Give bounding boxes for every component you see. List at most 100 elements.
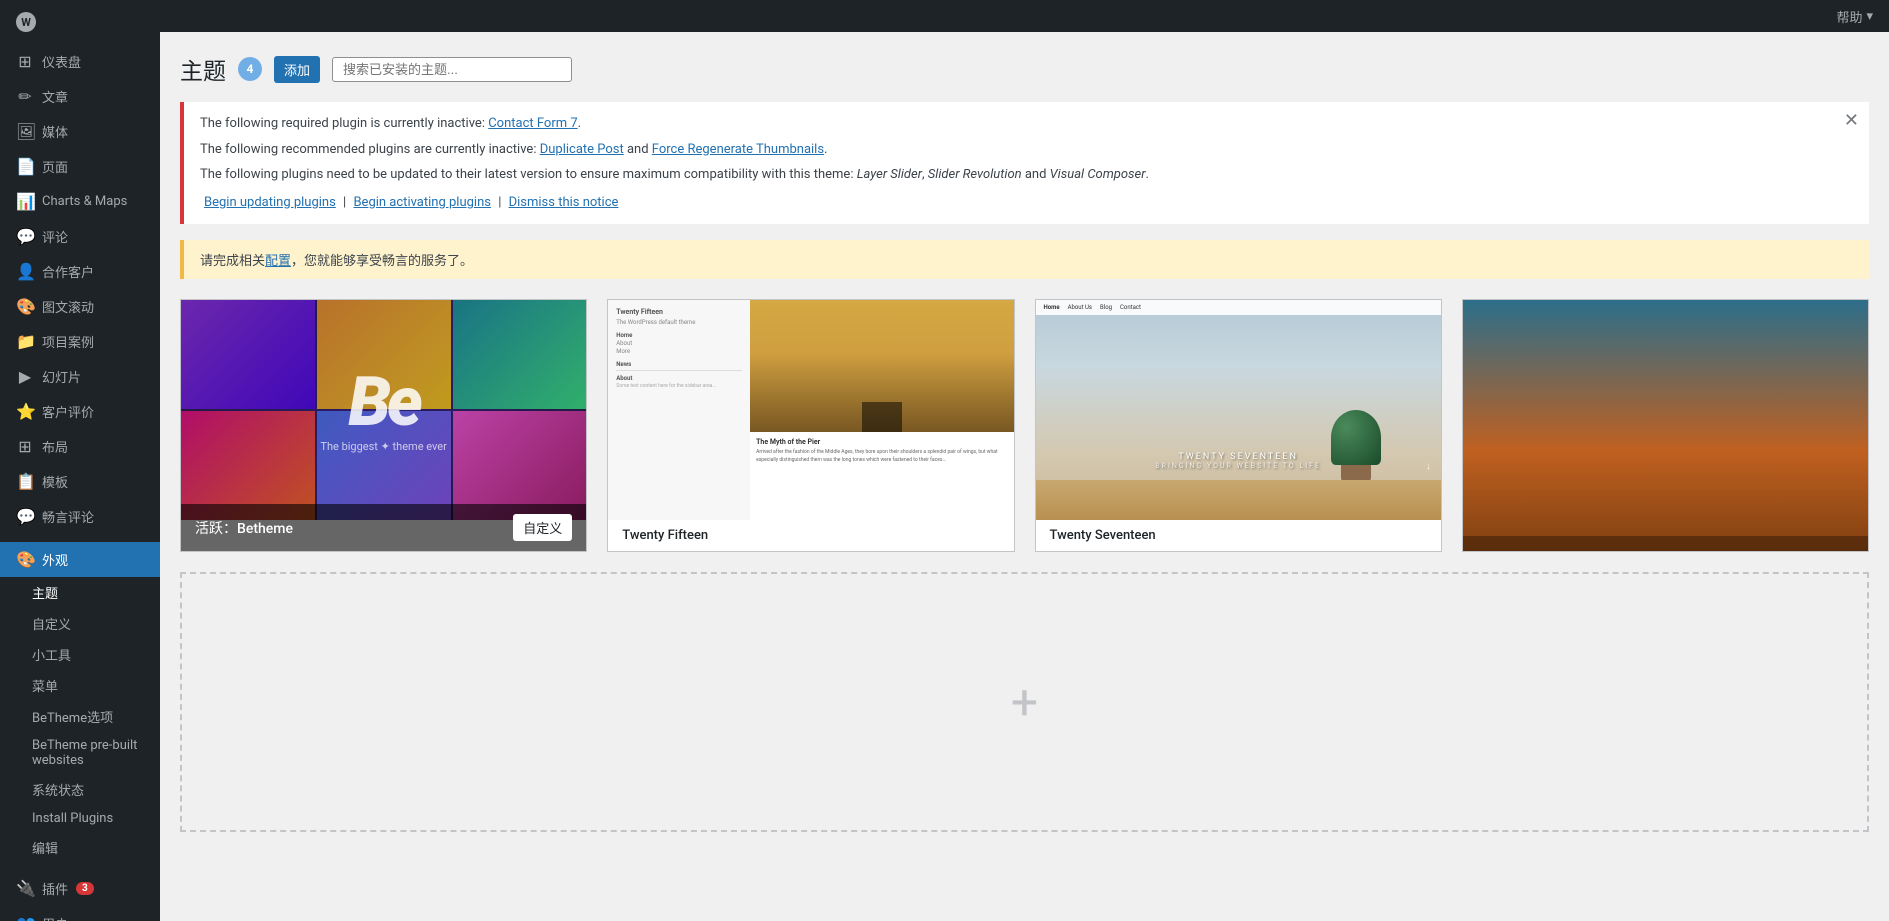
appearance-icon: 🎨 [16, 550, 34, 569]
plugins-icon: 🔌 [16, 879, 34, 898]
themes-grid: Be The biggest ✦ theme ever 活跃：Betheme 自… [180, 299, 1869, 552]
duplicate-post-link[interactable]: Duplicate Post [540, 142, 624, 157]
twenty-fifteen-name: Twenty Fifteen [608, 520, 1013, 551]
sidebar-item-label: 仪表盘 [42, 52, 81, 71]
page-header: 主题 4 添加 [180, 52, 1869, 86]
reviews-icon: ⭐ [16, 402, 34, 421]
sidebar-item-projects[interactable]: 📁 项目案例 [0, 324, 160, 359]
sub-install-plugins[interactable]: Install Plugins [0, 805, 160, 832]
help-dropdown-icon[interactable]: ▾ [1866, 9, 1873, 24]
sidebar-item-layout[interactable]: ⊞ 布局 [0, 429, 160, 464]
begin-updating-link[interactable]: Begin updating plugins [204, 195, 336, 210]
theme-card-betheme[interactable]: Be The biggest ✦ theme ever 活跃：Betheme 自… [180, 299, 587, 552]
twenty-seventeen-name: Twenty Seventeen [1036, 520, 1441, 551]
sidebar-item-label: 图文滚动 [42, 297, 94, 316]
config-notice: 请完成相关配置，您就能够享受畅言的服务了。 [180, 240, 1869, 279]
sub-betheme-prebuilt[interactable]: BeTheme pre-built websites [0, 732, 160, 774]
sidebar-item-comments2[interactable]: 💬 畅言评论 [0, 499, 160, 534]
dashboard-icon: ⊞ [16, 52, 34, 71]
add-new-theme-card[interactable]: + [180, 572, 1869, 832]
theme-card-twenty-fifteen[interactable]: Twenty Fifteen The WordPress default the… [607, 299, 1014, 552]
tf-sidebar: Twenty Fifteen The WordPress default the… [608, 300, 750, 520]
twenty-seventeen-thumbnail: Home About Us Blog Contact ↓ TWENTY SEVE… [1036, 300, 1441, 520]
tsix-hero [1464, 343, 1867, 393]
active-theme-label: 活跃：Betheme [195, 518, 293, 538]
tf-main: The Myth of the Pier Arrived after the f… [750, 300, 1013, 520]
page-title: 主题 [180, 52, 226, 86]
sidebar-item-dashboard[interactable]: ⊞ 仪表盘 [0, 44, 160, 79]
templates-icon: 📋 [16, 472, 34, 491]
projects-icon: 📁 [16, 332, 34, 351]
dismiss-notice-link[interactable]: Dismiss this notice [509, 195, 619, 210]
sidebar-item-users[interactable]: 👥 用户 [0, 906, 160, 921]
sidebar-item-label: 客户评价 [42, 402, 94, 421]
pages-icon: 📄 [16, 157, 34, 176]
comments-icon: 💬 [16, 227, 34, 246]
wp-logo-icon: W [16, 12, 36, 32]
sub-editor[interactable]: 编辑 [0, 832, 160, 863]
sidebar-item-comments[interactable]: 💬 评论 [0, 219, 160, 254]
add-theme-plus-icon: + [1011, 674, 1038, 731]
appearance-submenu: 主题 自定义 小工具 菜单 BeTheme选项 BeTheme pre-buil… [0, 577, 160, 863]
sub-themes[interactable]: 主题 [0, 577, 160, 608]
tf-hero-image [750, 300, 1013, 432]
notice-close-button[interactable]: ✕ [1844, 110, 1859, 131]
search-themes-input[interactable] [332, 57, 572, 82]
sidebar-item-label: 合作客户 [42, 262, 94, 281]
sidebar-item-label: 文章 [42, 87, 68, 106]
partners-icon: 👤 [16, 262, 34, 281]
slideshow-icon: 🎨 [16, 297, 34, 316]
plugins-badge: 3 [76, 882, 94, 895]
sub-customize[interactable]: 自定义 [0, 608, 160, 639]
contact-form-link[interactable]: Contact Form 7 [488, 116, 577, 131]
sidebar-item-label: Charts & Maps [42, 194, 127, 209]
notice-line2: The following recommended plugins are cu… [200, 140, 1853, 160]
notice-links: Begin updating plugins | Begin activatin… [200, 193, 1853, 213]
sidebar-item-media[interactable]: 🖼 媒体 [0, 114, 160, 149]
theme-card-twenty-seventeen[interactable]: Home About Us Blog Contact ↓ TWENTY SEVE… [1035, 299, 1442, 552]
sidebar-item-label: 页面 [42, 157, 68, 176]
slideshow2-icon: ▶ [16, 367, 34, 386]
sidebar-item-templates[interactable]: 📋 模板 [0, 464, 160, 499]
help-label: 帮助 [1836, 7, 1862, 26]
wp-logo-area: W [0, 0, 160, 44]
theme-card-twenty-sixteen[interactable]: Twenty Sixteen Home Style Guide ▾ About … [1462, 299, 1869, 552]
customize-button[interactable]: 自定义 [513, 514, 572, 541]
sidebar-item-label: 布局 [42, 437, 68, 456]
sub-menus[interactable]: 菜单 [0, 670, 160, 701]
sidebar-item-label: 媒体 [42, 122, 68, 141]
sidebar-item-label: 畅言评论 [42, 507, 94, 526]
sidebar-item-label: 用户 [42, 914, 68, 921]
charts-icon: 📊 [16, 192, 34, 211]
notice-line3: The following plugins need to be updated… [200, 165, 1853, 185]
sidebar-item-partners[interactable]: 👤 合作客户 [0, 254, 160, 289]
config-link[interactable]: 配置 [265, 254, 291, 269]
sidebar-item-label: 评论 [42, 227, 68, 246]
sidebar: W ⊞ 仪表盘 ✏ 文章 🖼 媒体 📄 页面 📊 Charts & Maps 💬… [0, 0, 160, 921]
ts-text: TWENTY SEVENTEEN Bringing your website t… [1155, 452, 1321, 470]
sidebar-item-pages[interactable]: 📄 页面 [0, 149, 160, 184]
sidebar-item-posts[interactable]: ✏ 文章 [0, 79, 160, 114]
sub-widgets[interactable]: 小工具 [0, 639, 160, 670]
sidebar-item-label: 插件 [42, 879, 68, 898]
sidebar-item-slideshow[interactable]: 🎨 图文滚动 [0, 289, 160, 324]
sub-system-status[interactable]: 系统状态 [0, 774, 160, 805]
sidebar-item-label: 外观 [42, 550, 68, 569]
begin-activating-link[interactable]: Begin activating plugins [353, 195, 491, 210]
sidebar-item-reviews[interactable]: ⭐ 客户评价 [0, 394, 160, 429]
sidebar-item-label: 幻灯片 [42, 367, 81, 386]
sub-betheme-options[interactable]: BeTheme选项 [0, 701, 160, 732]
topbar: 帮助 ▾ [160, 0, 1889, 32]
add-theme-button[interactable]: 添加 [274, 56, 320, 83]
layout-icon: ⊞ [16, 437, 34, 456]
content-area: 主题 4 添加 ✕ The following required plugin … [160, 32, 1889, 921]
tf-content: The Myth of the Pier Arrived after the f… [750, 432, 1013, 470]
sidebar-item-appearance[interactable]: 🎨 外观 [0, 542, 160, 577]
sidebar-item-slideshow2[interactable]: ▶ 幻灯片 [0, 359, 160, 394]
sidebar-item-plugins[interactable]: 🔌 插件 3 [0, 871, 160, 906]
main-content: 帮助 ▾ 主题 4 添加 ✕ The following required pl… [160, 0, 1889, 921]
config-suffix: ，您就能够享受畅言的服务了。 [291, 254, 473, 269]
sidebar-item-charts-maps[interactable]: 📊 Charts & Maps [0, 184, 160, 219]
posts-icon: ✏ [16, 87, 34, 106]
force-regenerate-link[interactable]: Force Regenerate Thumbnails [652, 142, 824, 157]
